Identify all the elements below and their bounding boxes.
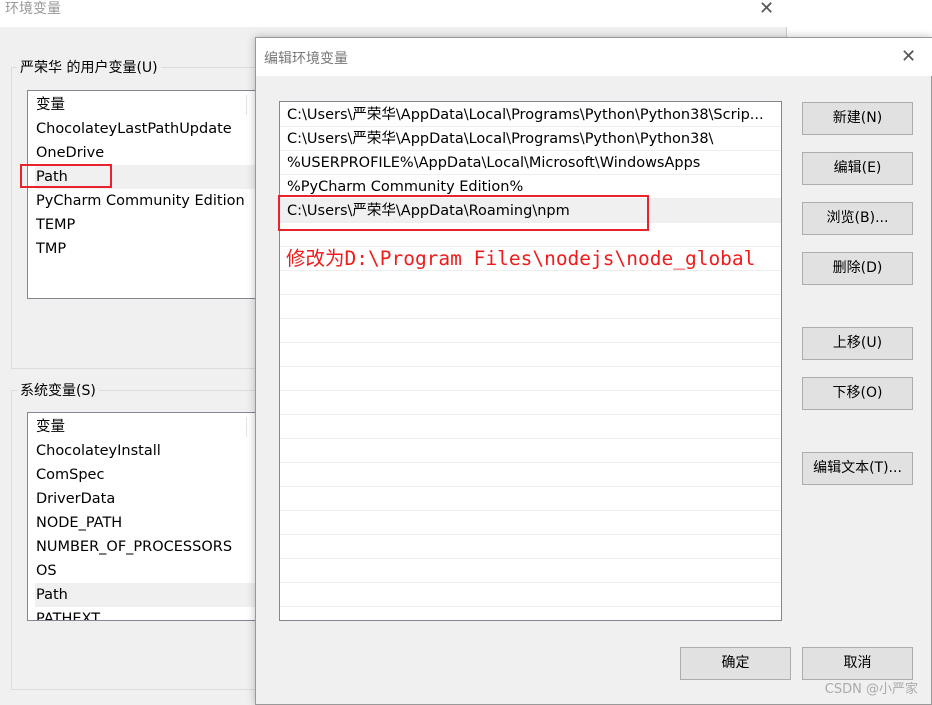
edit-text-button[interactable]: 编辑文本(T)... [802,452,913,485]
variable-name: TMP [36,241,67,257]
path-item[interactable] [280,367,781,391]
path-item[interactable] [280,295,781,319]
user-variables-list[interactable]: 变量ChocolateyLastPathUpdate1OneDriveCPath… [27,90,267,299]
list-item[interactable]: PathC [35,583,266,607]
path-item[interactable] [280,535,781,559]
dialog-title: 编辑环境变量 [256,38,932,76]
list-item[interactable]: PyCharm Community EditionD [35,189,266,213]
variable-name: ChocolateyLastPathUpdate [36,121,232,137]
watermark: CSDN @小严家 [824,682,918,697]
path-item[interactable]: C:\Users\严荣华\AppData\Local\Programs\Pyth… [280,127,781,151]
path-item[interactable]: %USERPROFILE%\AppData\Local\Microsoft\Wi… [280,151,781,175]
list-item[interactable]: ChocolateyInstallC [35,439,266,463]
path-list[interactable]: C:\Users\严荣华\AppData\Local\Programs\Pyth… [279,101,782,621]
new-button[interactable]: 新建(N) [802,102,913,135]
list-item[interactable]: TEMPC [35,213,266,237]
variable-name: PyCharm Community Edition [36,193,245,209]
path-item[interactable] [280,271,781,295]
path-item[interactable] [280,583,781,607]
column-divider[interactable] [246,417,247,437]
list-item[interactable]: OSW [35,559,266,583]
path-item[interactable] [280,559,781,583]
variable-name: NODE_PATH [36,515,123,531]
system-variables-list[interactable]: 变量ChocolateyInstallCComSpecCDriverDataCN… [27,412,267,621]
move-down-button[interactable]: 下移(O) [802,377,913,410]
variable-name: TEMP [36,217,76,233]
variable-name: Path [36,587,68,603]
path-item[interactable] [280,391,781,415]
variable-name: NUMBER_OF_PROCESSORS [36,539,233,555]
delete-button[interactable]: 删除(D) [802,252,913,285]
path-item[interactable] [280,487,781,511]
close-icon[interactable]: ✕ [901,46,916,67]
close-icon[interactable]: ✕ [759,0,774,19]
variable-name: ChocolateyInstall [36,443,161,459]
browse-button[interactable]: 浏览(B)... [802,202,913,235]
path-item[interactable] [280,415,781,439]
user-variables-label: 严荣华 的用户变量(U) [17,59,161,77]
column-header-name[interactable]: 变量 [35,93,266,117]
path-item[interactable] [280,343,781,367]
system-variables-label: 系统变量(S) [17,382,99,400]
move-up-button[interactable]: 上移(U) [802,327,913,360]
highlight-box [20,164,112,188]
path-item[interactable] [280,511,781,535]
list-item[interactable]: NUMBER_OF_PROCESSORS4 [35,535,266,559]
variable-name: OneDrive [36,145,105,161]
edit-button[interactable]: 编辑(E) [802,152,913,185]
list-item[interactable]: NODE_PATHD [35,511,266,535]
annotation-text: 修改为D:\Program Files\nodejs\node_global [286,247,756,270]
column-divider[interactable] [246,95,247,115]
path-item[interactable] [280,463,781,487]
list-item[interactable]: ComSpecC [35,463,266,487]
path-item[interactable] [280,319,781,343]
cancel-button[interactable]: 取消 [802,647,913,680]
list-item[interactable]: ChocolateyLastPathUpdate1 [35,117,266,141]
list-item[interactable]: TMPC [35,237,266,261]
variable-name: OS [36,563,57,579]
path-item[interactable]: C:\Users\严荣华\AppData\Local\Programs\Pyth… [280,103,781,127]
edit-environment-variable-dialog: 编辑环境变量 ✕ C:\Users\严荣华\AppData\Local\Prog… [255,37,932,705]
list-item[interactable]: OneDriveC [35,141,266,165]
variable-name: DriverData [36,491,116,507]
window-title: 环境变量 [0,0,787,27]
variable-name: PATHEXT [36,611,101,621]
variable-name: ComSpec [36,467,105,483]
path-item[interactable] [280,439,781,463]
column-header-name[interactable]: 变量 [35,415,266,439]
list-item[interactable]: PATHEXT [35,607,266,621]
ok-button[interactable]: 确定 [680,647,791,680]
highlight-box [278,195,649,231]
list-item[interactable]: DriverDataC [35,487,266,511]
